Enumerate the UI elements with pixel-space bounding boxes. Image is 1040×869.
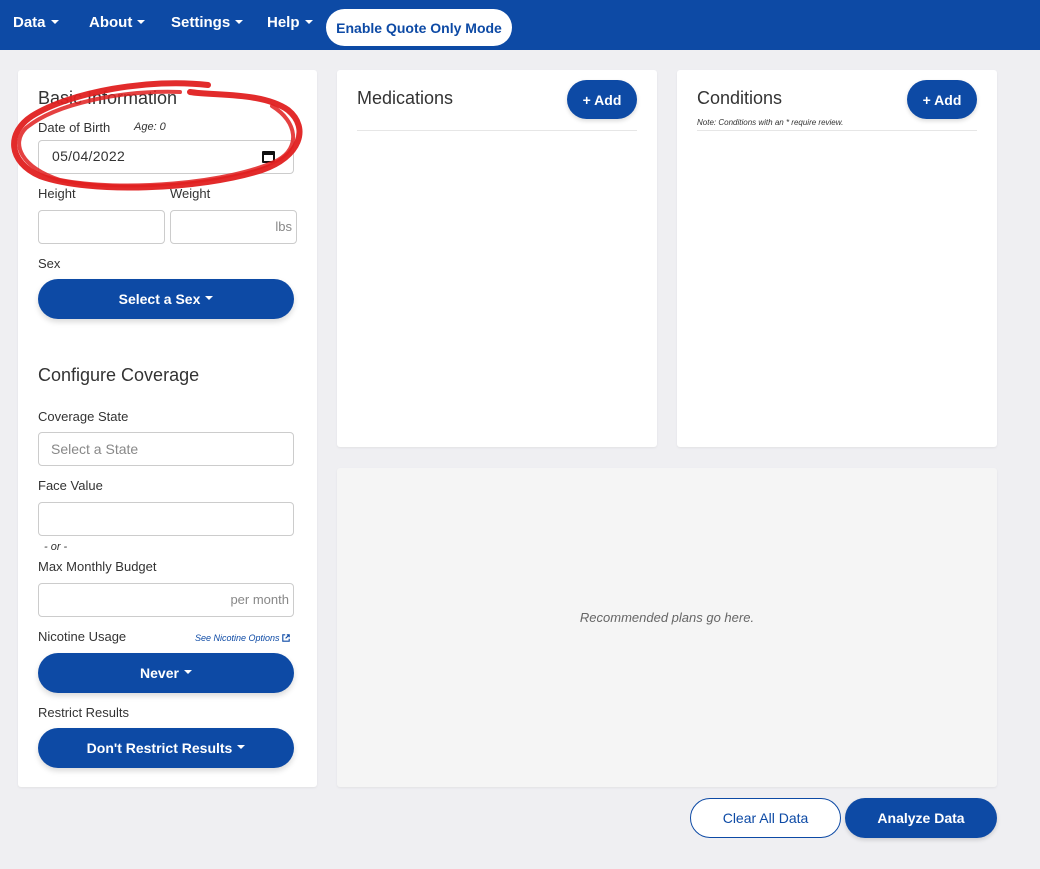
top-navbar: Data About Settings Help Enable Quote On… bbox=[0, 0, 1040, 50]
dob-input[interactable]: 05/04/2022 bbox=[38, 140, 294, 174]
calendar-icon[interactable] bbox=[262, 151, 275, 163]
medications-divider bbox=[357, 130, 637, 131]
conditions-note: Note: Conditions with an * require revie… bbox=[697, 118, 844, 127]
basic-information-title: Basic Information bbox=[38, 88, 178, 108]
nav-about-label: About bbox=[89, 14, 133, 31]
nicotine-usage-button[interactable]: Never bbox=[38, 653, 294, 693]
face-value-label: Face Value bbox=[38, 478, 103, 493]
restrict-results-button[interactable]: Don't Restrict Results bbox=[38, 728, 294, 768]
height-input[interactable] bbox=[38, 210, 165, 244]
weight-unit: lbs bbox=[275, 219, 292, 234]
coverage-state-placeholder: Select a State bbox=[51, 441, 139, 457]
analyze-data-button[interactable]: Analyze Data bbox=[845, 798, 997, 838]
select-sex-text: Select a Sex bbox=[118, 291, 201, 307]
height-label: Height bbox=[38, 186, 76, 201]
nicotine-usage-label: Nicotine Usage bbox=[38, 629, 127, 644]
nav-about-menu[interactable]: About bbox=[89, 14, 146, 31]
nav-settings-menu[interactable]: Settings bbox=[171, 14, 244, 31]
dob-label: Date of Birth bbox=[38, 120, 111, 135]
coverage-state-label: Coverage State bbox=[38, 409, 129, 424]
nav-help-menu[interactable]: Help bbox=[267, 14, 313, 31]
or-separator: - or - bbox=[44, 541, 68, 553]
sex-label: Sex bbox=[38, 256, 61, 271]
weight-label: Weight bbox=[170, 186, 211, 201]
caret-down-icon bbox=[235, 20, 244, 25]
select-sex-button[interactable]: Select a Sex bbox=[38, 279, 294, 319]
add-condition-button[interactable]: + Add bbox=[907, 80, 977, 119]
dob-value: 05/04/2022 bbox=[52, 148, 126, 164]
configure-coverage-title: Configure Coverage bbox=[38, 365, 200, 385]
max-monthly-budget-input[interactable]: per month bbox=[38, 583, 294, 617]
nav-data-label: Data bbox=[13, 14, 46, 31]
medications-panel: Medications bbox=[337, 70, 657, 447]
restrict-results-label: Restrict Results bbox=[38, 705, 130, 720]
coverage-state-select[interactable]: Select a State bbox=[38, 432, 294, 466]
caret-down-icon bbox=[50, 20, 59, 25]
weight-input[interactable]: lbs bbox=[170, 210, 297, 244]
see-nicotine-options-link[interactable]: See Nicotine Options bbox=[195, 633, 290, 643]
caret-down-icon bbox=[304, 20, 313, 25]
nav-data-menu[interactable]: Data bbox=[13, 14, 59, 31]
medications-title: Medications bbox=[357, 88, 454, 108]
conditions-title: Conditions bbox=[697, 88, 783, 108]
conditions-panel: Conditions Note: Conditions with an * re… bbox=[677, 70, 997, 447]
external-link-icon bbox=[282, 634, 290, 642]
see-nicotine-options-text: See Nicotine Options bbox=[195, 633, 280, 643]
add-medication-button[interactable]: + Add bbox=[567, 80, 637, 119]
age-display: Age: 0 bbox=[134, 121, 166, 133]
conditions-divider bbox=[697, 130, 977, 131]
caret-down-icon bbox=[205, 296, 214, 300]
max-monthly-budget-label: Max Monthly Budget bbox=[38, 559, 157, 574]
recommended-plans-placeholder: Recommended plans go here. bbox=[579, 610, 755, 625]
enable-quote-only-mode-button[interactable]: Enable Quote Only Mode bbox=[326, 9, 512, 46]
recommended-plans-panel: Recommended plans go here. bbox=[337, 468, 997, 787]
face-value-input[interactable] bbox=[38, 502, 294, 536]
nav-help-label: Help bbox=[267, 14, 300, 31]
nav-settings-label: Settings bbox=[171, 14, 231, 31]
nicotine-usage-text: Never bbox=[140, 665, 179, 681]
caret-down-icon bbox=[183, 670, 192, 674]
clear-all-data-button[interactable]: Clear All Data bbox=[690, 798, 841, 838]
budget-unit: per month bbox=[230, 592, 289, 607]
restrict-results-text: Don't Restrict Results bbox=[86, 740, 233, 756]
caret-down-icon bbox=[137, 20, 146, 25]
caret-down-icon bbox=[237, 745, 246, 749]
